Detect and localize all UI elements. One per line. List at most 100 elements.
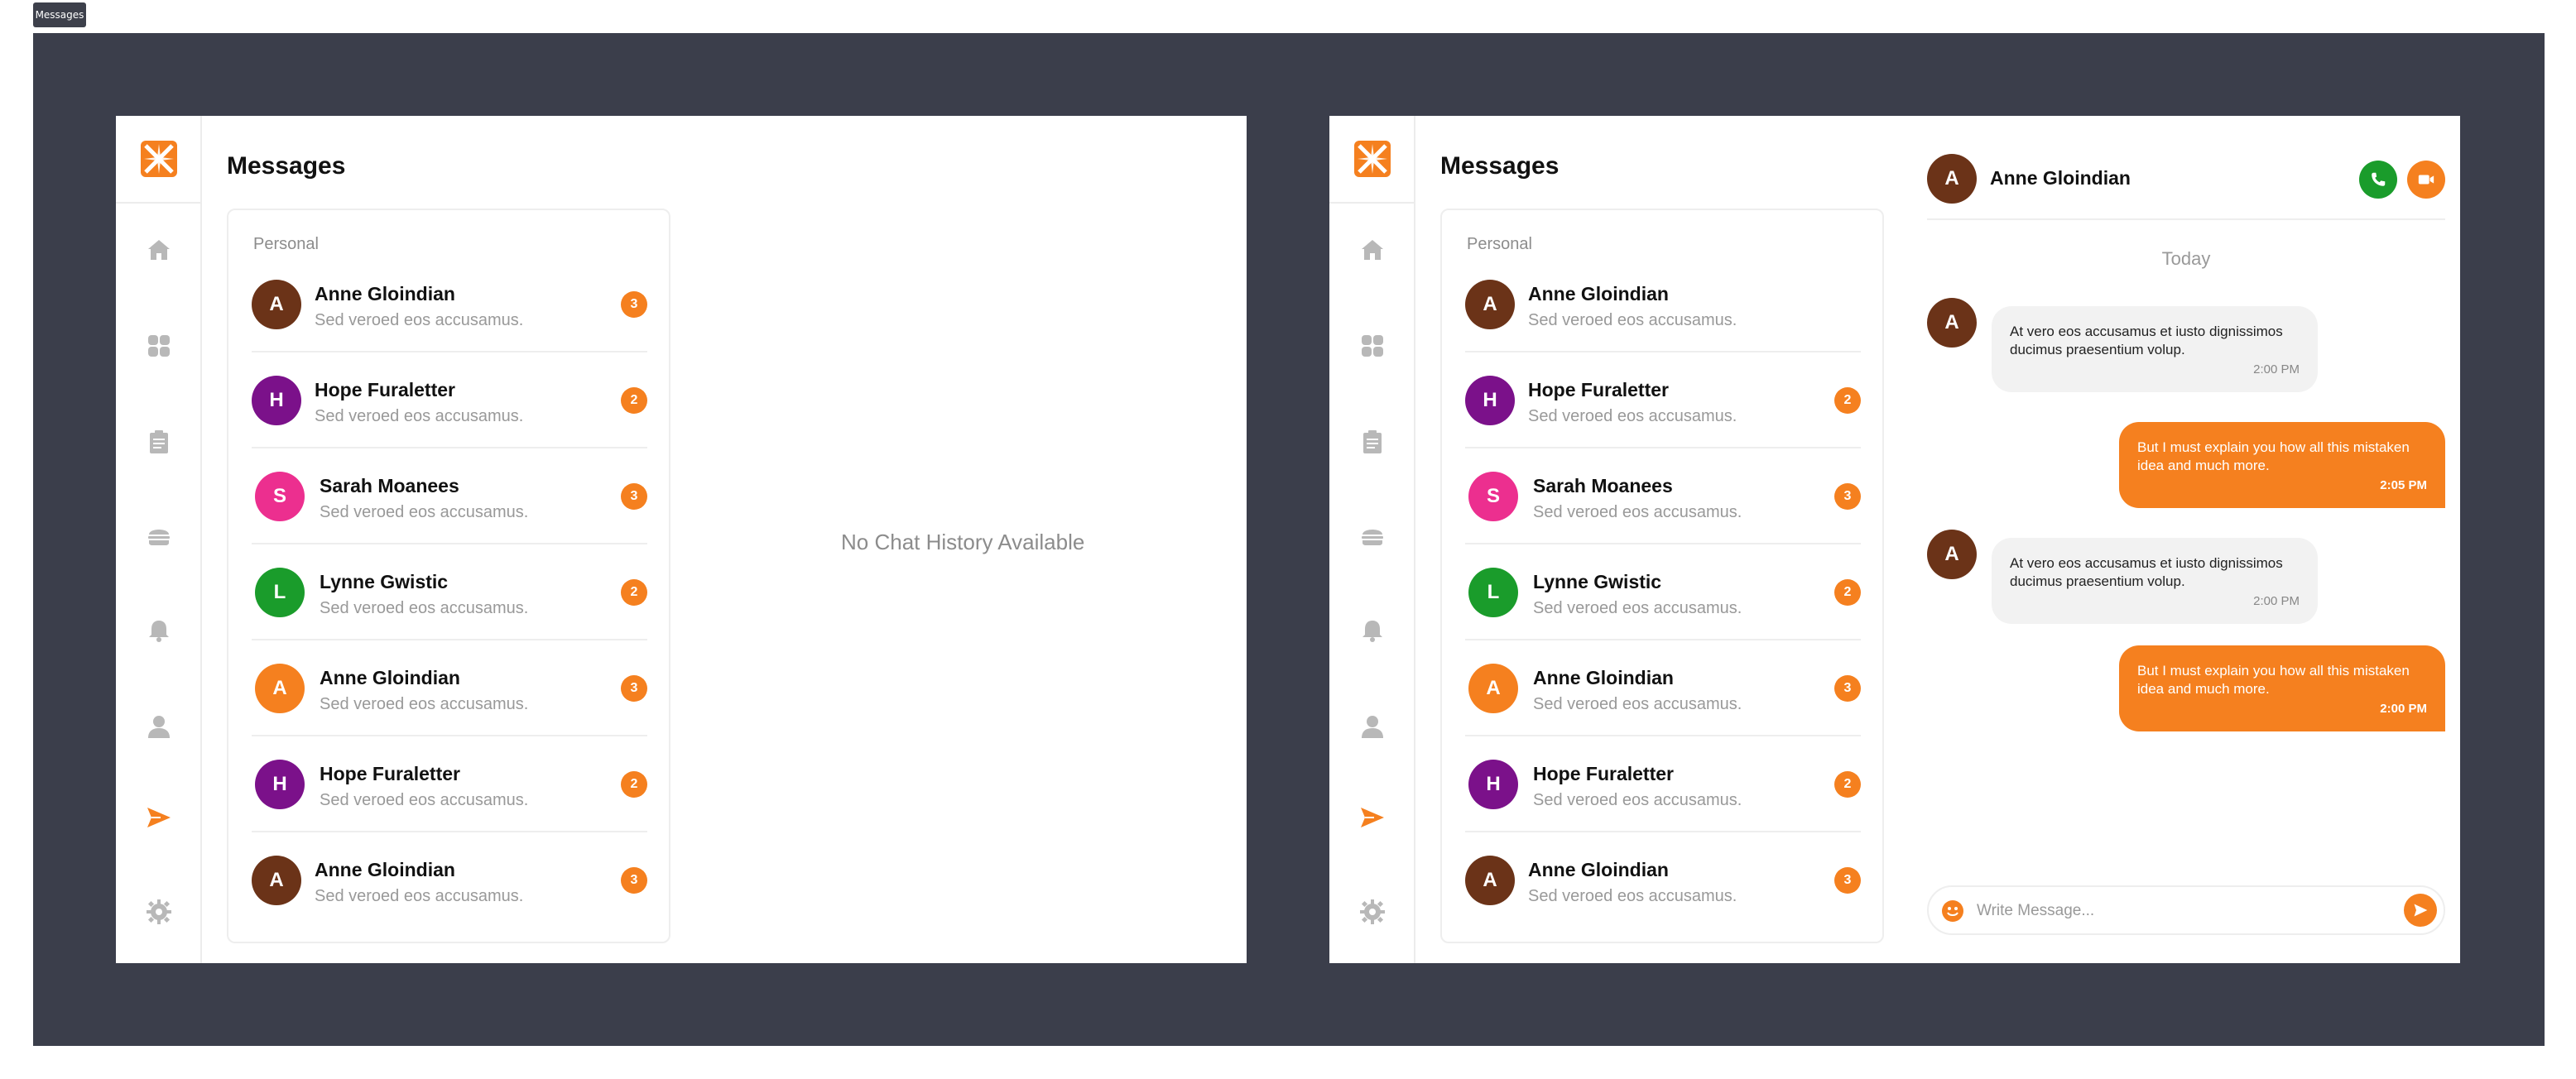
burger-icon[interactable]	[1359, 523, 1386, 549]
unread-badge: 2	[1834, 771, 1861, 798]
clipboard-icon[interactable]	[146, 429, 172, 455]
voice-call-button[interactable]	[2359, 161, 2397, 199]
chat-contact-name: Anne Gloindian	[1990, 167, 2131, 189]
avatar: H	[252, 376, 301, 425]
unread-badge: 3	[1834, 867, 1861, 894]
page-title: Messages	[227, 152, 346, 180]
video-call-button[interactable]	[2407, 161, 2445, 199]
message-time: 2:00 PM	[2380, 702, 2427, 716]
list-heading: Personal	[253, 235, 319, 253]
bell-icon[interactable]	[146, 617, 172, 644]
send-message-button[interactable]	[2404, 894, 2437, 927]
home-icon[interactable]	[146, 237, 172, 263]
avatar: A	[255, 664, 305, 713]
sidebar-divider	[1329, 202, 1415, 204]
contact-item[interactable]: A Anne Gloindian Sed veroed eos accusamu…	[252, 640, 647, 736]
contact-item[interactable]: L Lynne Gwistic Sed veroed eos accusamus…	[252, 544, 647, 640]
contact-item[interactable]: S Sarah Moanees Sed veroed eos accusamus…	[1465, 448, 1861, 544]
clipboard-icon[interactable]	[1359, 429, 1386, 455]
dashboard-icon[interactable]	[1359, 333, 1386, 359]
contact-name: Anne Gloindian	[320, 667, 460, 688]
sidebar	[116, 116, 202, 963]
contact-item[interactable]: A Anne Gloindian Sed veroed eos accusamu…	[1465, 832, 1861, 928]
contact-name: Anne Gloindian	[1533, 667, 1674, 688]
chat-header: A Anne Gloindian	[1927, 154, 2445, 220]
unread-badge: 3	[621, 291, 647, 318]
avatar: A	[252, 856, 301, 905]
user-icon[interactable]	[146, 713, 172, 740]
screenshot-tag: Messages	[33, 2, 86, 27]
contact-item[interactable]: S Sarah Moanees Sed veroed eos accusamus…	[252, 448, 647, 544]
incoming-message: At vero eos accusamus et iusto dignissim…	[1992, 538, 2318, 624]
contact-item[interactable]: H Hope Furaletter Sed veroed eos accusam…	[1465, 736, 1861, 832]
contact-name: Sarah Moanees	[320, 475, 459, 496]
message-preview: Sed veroed eos accusamus.	[1533, 695, 1742, 713]
contact-item[interactable]: L Lynne Gwistic Sed veroed eos accusamus…	[1465, 544, 1861, 640]
contact-name: Anne Gloindian	[315, 283, 455, 305]
user-icon[interactable]	[1359, 713, 1386, 740]
contact-name: Anne Gloindian	[1528, 859, 1669, 880]
message-composer	[1927, 885, 2445, 935]
avatar: A	[1927, 298, 1977, 348]
message-preview: Sed veroed eos accusamus.	[1528, 407, 1737, 425]
unread-badge: 2	[621, 387, 647, 414]
unread-badge: 3	[621, 483, 647, 510]
send-icon[interactable]	[146, 804, 172, 831]
contact-name: Hope Furaletter	[1533, 763, 1674, 784]
contact-item[interactable]: H Hope Furaletter Sed veroed eos accusam…	[252, 352, 647, 448]
contact-name: Sarah Moanees	[1533, 475, 1673, 496]
gear-icon[interactable]	[146, 899, 172, 925]
contact-item[interactable]: H Hope Furaletter Sed veroed eos accusam…	[252, 736, 647, 832]
message-preview: Sed veroed eos accusamus.	[320, 599, 529, 617]
contact-list: Personal A Anne Gloindian Sed veroed eos…	[227, 209, 670, 943]
emoji-icon[interactable]	[1942, 900, 1963, 922]
contact-list: Personal A Anne Gloindian Sed veroed eos…	[1440, 209, 1884, 943]
message-preview: Sed veroed eos accusamus.	[1533, 791, 1742, 809]
messages-panel-chat: Messages Personal A Anne Gloindian Sed v…	[1329, 116, 2460, 963]
avatar: L	[255, 568, 305, 617]
message-preview: Sed veroed eos accusamus.	[315, 311, 524, 329]
avatar: L	[1468, 568, 1518, 617]
contact-item[interactable]: A Anne Gloindian Sed veroed eos accusamu…	[252, 257, 647, 352]
unread-badge: 2	[1834, 387, 1861, 414]
video-camera-icon	[2418, 175, 2434, 185]
list-heading: Personal	[1467, 235, 1532, 253]
unread-badge: 3	[621, 867, 647, 894]
message-input[interactable]	[1977, 899, 2366, 923]
incoming-message: At vero eos accusamus et iusto dignissim…	[1992, 306, 2318, 392]
gear-icon[interactable]	[1359, 899, 1386, 925]
contact-name: Lynne Gwistic	[320, 571, 449, 592]
phone-icon	[2372, 172, 2386, 186]
contact-item[interactable]: A Anne Gloindian Sed veroed eos accusamu…	[1465, 257, 1861, 352]
canvas: Messages Personal A Anne Gloindian Sed v…	[33, 33, 2545, 1046]
message-preview: Sed veroed eos accusamus.	[320, 791, 529, 809]
contact-item[interactable]: H Hope Furaletter Sed veroed eos accusam…	[1465, 352, 1861, 448]
day-separator: Today	[2161, 248, 2211, 269]
contact-item[interactable]: A Anne Gloindian Sed veroed eos accusamu…	[1465, 640, 1861, 736]
empty-state-text: No Chat History Available	[841, 530, 1085, 554]
send-icon	[2414, 904, 2428, 917]
contact-item[interactable]: A Anne Gloindian Sed veroed eos accusamu…	[252, 832, 647, 928]
bell-icon[interactable]	[1359, 617, 1386, 644]
home-icon[interactable]	[1359, 237, 1386, 263]
contact-name: Hope Furaletter	[315, 379, 455, 400]
message-preview: Sed veroed eos accusamus.	[1533, 503, 1742, 521]
brand-logo-icon[interactable]	[1353, 139, 1392, 179]
avatar: A	[252, 280, 301, 329]
dashboard-icon[interactable]	[146, 333, 172, 359]
avatar: S	[1468, 472, 1518, 521]
avatar: H	[1468, 760, 1518, 809]
unread-badge: 2	[621, 579, 647, 606]
message-preview: Sed veroed eos accusamus.	[1528, 887, 1737, 905]
sidebar	[1329, 116, 1415, 963]
unread-badge: 3	[1834, 483, 1861, 510]
unread-badge: 2	[1834, 579, 1861, 606]
message-text: But I must explain you how all this mist…	[2137, 439, 2410, 473]
avatar: A	[1468, 664, 1518, 713]
contact-name: Hope Furaletter	[1528, 379, 1669, 400]
send-icon[interactable]	[1359, 804, 1386, 831]
messages-panel-empty: Messages Personal A Anne Gloindian Sed v…	[116, 116, 1247, 963]
burger-icon[interactable]	[146, 523, 172, 549]
brand-logo-icon[interactable]	[139, 139, 179, 179]
message-time: 2:05 PM	[2380, 478, 2427, 492]
